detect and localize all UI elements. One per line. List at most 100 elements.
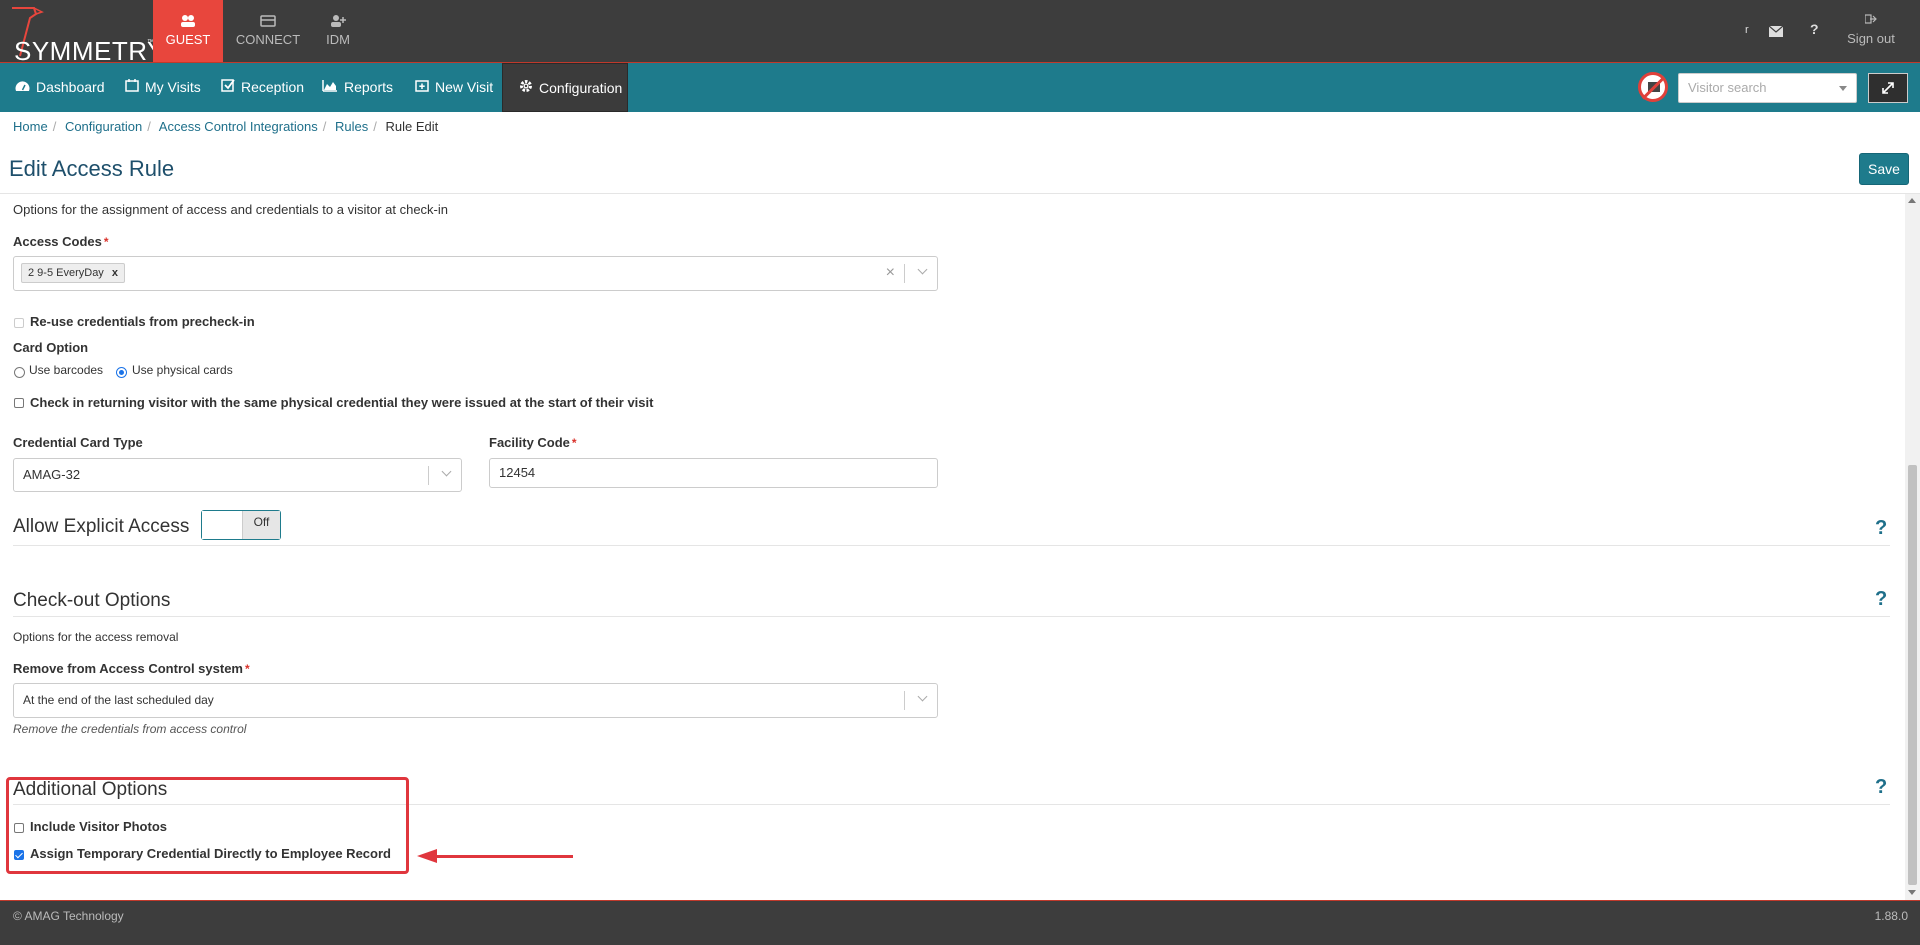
help-icon[interactable]: ? — [1810, 21, 1819, 37]
caret-down-icon — [1839, 86, 1847, 91]
footer-copyright: © AMAG Technology — [13, 909, 124, 923]
nav-reports[interactable]: Reports — [322, 63, 393, 112]
symmetry-logo[interactable]: SYMMETRY ™ — [6, 4, 164, 66]
help-icon[interactable]: ? — [1875, 776, 1887, 799]
scroll-down-icon[interactable] — [1908, 890, 1916, 895]
mail-icon[interactable] — [1768, 24, 1784, 40]
checkin-description: Options for the assignment of access and… — [13, 202, 448, 217]
tab-guest-label: GUEST — [165, 32, 211, 47]
nav-new-visit-label: New Visit — [435, 79, 494, 95]
nav-dashboard[interactable]: Dashboard — [15, 63, 105, 112]
sign-out-label: Sign out — [1847, 31, 1895, 46]
checkout-options-title: Check-out Options — [13, 590, 171, 611]
calendar-icon — [125, 63, 139, 112]
breadcrumb-rules[interactable]: Rules — [335, 119, 368, 134]
breadcrumb: Home / Configuration / Access Control Inte… — [13, 119, 439, 134]
explicit-access-toggle[interactable]: Off — [201, 510, 281, 540]
annotation-arrow-line — [434, 855, 573, 858]
nav-reception[interactable]: Reception — [221, 63, 304, 112]
select-divider — [904, 691, 905, 710]
returning-visitor-label: Check in returning visitor with the same… — [30, 395, 654, 410]
help-icon[interactable]: ? — [1875, 588, 1887, 611]
dashboard-icon — [15, 63, 30, 112]
select-divider — [904, 264, 905, 283]
top-bar: SYMMETRY ™ GUEST CONNECT IDM r ? Sign ou… — [0, 0, 1920, 66]
breadcrumb-current: Rule Edit — [385, 119, 439, 134]
clear-icon[interactable]: × — [886, 264, 895, 282]
returning-visitor-checkbox[interactable] — [14, 398, 24, 408]
calendar-plus-icon — [415, 63, 429, 112]
tab-connect-label: CONNECT — [235, 32, 301, 47]
save-button[interactable]: Save — [1859, 153, 1909, 185]
section-divider — [13, 616, 1890, 617]
card-option-label: Card Option — [13, 340, 89, 355]
nav-dashboard-label: Dashboard — [36, 79, 105, 95]
reuse-credentials-label: Re-use credentials from precheck-in — [30, 314, 255, 329]
visitor-search-select[interactable]: Visitor search — [1678, 73, 1857, 103]
page-scrollbar[interactable] — [1905, 194, 1920, 900]
scroll-up-icon[interactable] — [1908, 198, 1916, 203]
radio-use-barcodes-label: Use barcodes — [29, 363, 104, 377]
nav-reports-label: Reports — [344, 79, 394, 95]
access-code-chip: 2 9-5 EveryDay x — [21, 263, 125, 283]
nav-configuration[interactable]: Configuration — [502, 63, 628, 112]
no-entry-icon[interactable] — [1638, 72, 1668, 102]
toggle-off-label: Off — [243, 511, 280, 539]
reuse-credentials-checkbox[interactable] — [14, 318, 24, 328]
chevron-down-icon[interactable] — [917, 691, 928, 702]
nav-my-visits[interactable]: My Visits — [125, 63, 201, 112]
users-icon — [180, 14, 196, 28]
annotation-arrow-head-icon — [417, 849, 437, 863]
allow-explicit-access-title: Allow Explicit Access — [13, 516, 190, 537]
checkbox-icon — [221, 63, 235, 112]
tab-idm[interactable]: IDM — [303, 0, 373, 62]
remove-from-access-control-select[interactable]: At the end of the last scheduled day — [13, 683, 938, 718]
breadcrumb-home[interactable]: Home — [13, 119, 48, 134]
tab-connect[interactable]: CONNECT — [233, 0, 303, 62]
section-divider — [13, 545, 1890, 546]
checkout-description: Options for the access removal — [13, 630, 179, 644]
radio-use-barcodes[interactable] — [14, 367, 25, 378]
radio-use-physical-cards-label: Use physical cards — [132, 363, 233, 377]
remove-note: Remove the credentials from access contr… — [13, 722, 247, 736]
chip-remove-icon[interactable]: x — [112, 267, 118, 279]
nav-new-visit[interactable]: New Visit — [415, 63, 493, 112]
credential-card-type-label: Credential Card Type — [13, 435, 143, 450]
visitor-search-placeholder: Visitor search — [1688, 80, 1767, 95]
footer: © AMAG Technology 1.88.0 — [0, 900, 1920, 945]
page-title: Edit Access Rule — [9, 156, 175, 181]
card-icon — [260, 14, 276, 28]
radio-use-physical-cards[interactable] — [116, 367, 127, 378]
user-initial[interactable]: r — [1745, 24, 1749, 36]
chart-icon — [322, 63, 338, 112]
tab-idm-label: IDM — [326, 32, 350, 47]
nav-reception-label: Reception — [241, 79, 305, 95]
help-icon[interactable]: ? — [1875, 517, 1887, 540]
sign-out-button[interactable]: Sign out — [1846, 14, 1896, 46]
user-plus-icon — [330, 14, 346, 28]
credential-card-type-select[interactable]: AMAG-32 — [13, 458, 462, 492]
footer-version: 1.88.0 — [1874, 909, 1908, 923]
main-nav: Dashboard My Visits Reception Reports Ne… — [0, 63, 1920, 112]
chevron-down-icon[interactable] — [917, 264, 928, 275]
breadcrumb-access-control-integrations[interactable]: Access Control Integrations — [159, 119, 318, 134]
select-divider — [428, 466, 429, 485]
scroll-thumb[interactable] — [1908, 465, 1917, 885]
sign-out-icon — [1846, 14, 1896, 27]
credential-card-type-value: AMAG-32 — [23, 467, 81, 482]
breadcrumb-configuration[interactable]: Configuration — [65, 119, 142, 134]
fullscreen-button[interactable] — [1868, 73, 1908, 103]
facility-code-input[interactable]: 12454 — [489, 458, 938, 488]
chevron-down-icon[interactable] — [441, 466, 452, 477]
gear-icon — [519, 64, 533, 113]
facility-code-label: Facility Code * — [489, 435, 577, 450]
access-codes-label: Access Codes * — [13, 234, 109, 249]
access-codes-select[interactable]: 2 9-5 EveryDay x × — [13, 256, 938, 291]
annotation-highlight-box — [6, 777, 409, 874]
tab-guest[interactable]: GUEST — [153, 0, 223, 62]
remove-from-access-control-label: Remove from Access Control system * — [13, 661, 250, 676]
facility-code-value: 12454 — [499, 465, 536, 480]
remove-from-access-control-value: At the end of the last scheduled day — [23, 693, 214, 707]
nav-my-visits-label: My Visits — [145, 79, 201, 95]
toggle-knob — [202, 511, 243, 539]
